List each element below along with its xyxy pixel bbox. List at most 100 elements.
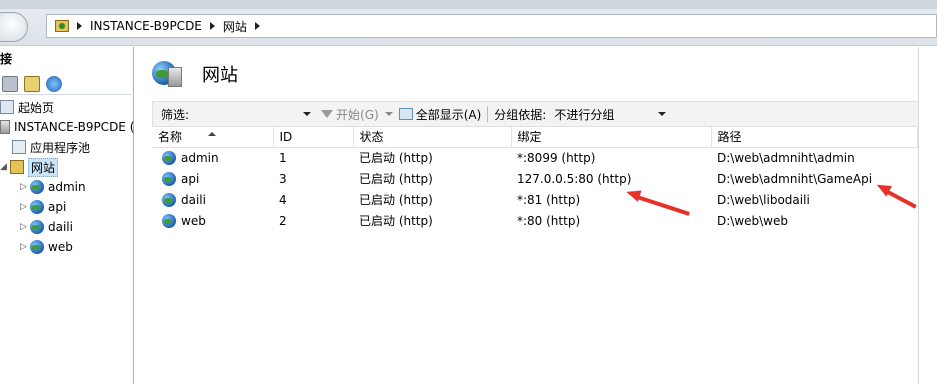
site-status: 已启动 (http) (359, 193, 433, 207)
disconnect-icon[interactable] (46, 75, 62, 92)
show-all-label: 全部显示(A) (415, 107, 482, 122)
globe-icon (30, 180, 44, 194)
column-header-id[interactable]: ID (273, 127, 354, 148)
globe-icon (30, 220, 44, 234)
breadcrumb-arrow-icon[interactable] (77, 22, 82, 30)
show-all-button[interactable]: 全部显示(A) (398, 106, 482, 123)
site-name: api (181, 171, 200, 186)
column-label: 名称 (158, 130, 183, 145)
sort-ascending-icon (208, 132, 216, 136)
globe-icon (162, 171, 176, 186)
site-id: 2 (279, 213, 287, 228)
connections-header: 接 (0, 52, 13, 66)
group-by-label: 分组依据: (494, 107, 547, 122)
tree-site-daili[interactable]: ▷ daili (0, 217, 134, 237)
table-row[interactable]: api 3 已启动 (http) 127.0.0.5:80 (http) D:\… (152, 168, 917, 189)
globe-icon (162, 192, 176, 207)
expand-icon[interactable]: ▷ (20, 222, 28, 232)
connect-icon[interactable] (24, 75, 40, 92)
tree-label: 起始页 (18, 100, 55, 115)
table-row[interactable]: web 2 已启动 (http) *:80 (http) D:\web\web (152, 210, 917, 231)
server-icon (0, 120, 10, 134)
tree-app-pools[interactable]: 应用程序池 (0, 137, 134, 157)
table-row[interactable]: daili 4 已启动 (http) *:81 (http) D:\web\li… (152, 189, 917, 210)
group-by-value: 不进行分组 (554, 107, 615, 122)
address-bar-area: INSTANCE-B9PCDE 网站 (0, 0, 937, 46)
column-label: 绑定 (517, 130, 542, 145)
save-connection-icon[interactable] (2, 75, 18, 92)
tree-site-api[interactable]: ▷ api (0, 197, 134, 217)
connections-pane: 接 起始页 INSTANCE-B9PCDE ( 应用程序池 ◢ 网站 ▷ adm… (0, 47, 134, 384)
site-name: web (181, 213, 206, 228)
breadcrumb-server[interactable]: INSTANCE-B9PCDE (90, 19, 202, 33)
tree-label: 应用程序池 (30, 140, 91, 155)
tree-label: web (48, 240, 73, 254)
table-header: 名称 ID 状态 绑定 路径 (152, 127, 918, 148)
site-status: 已启动 (http) (359, 214, 433, 228)
collapse-icon[interactable]: ◢ (0, 162, 8, 172)
site-binding: *:81 (http) (517, 192, 581, 207)
sites-title-icon (152, 59, 184, 87)
tree-label: daili (48, 220, 73, 234)
app-pool-icon (12, 140, 26, 154)
column-label: ID (279, 129, 293, 144)
group-by-select[interactable]: 不进行分组 (554, 106, 667, 123)
start-page-icon (0, 100, 14, 114)
site-binding: 127.0.0.5:80 (http) (517, 171, 632, 186)
table-row[interactable]: admin 1 已启动 (http) *:8099 (http) D:\web\… (152, 147, 917, 168)
site-path: D:\web\admniht\admin (717, 150, 855, 165)
tree-sites[interactable]: ◢ 网站 (0, 157, 134, 177)
server-icon (168, 67, 182, 87)
sites-table: 名称 ID 状态 绑定 路径 admin 1 已启动 (http) *:8099… (152, 127, 918, 231)
tree-label: 网站 (28, 157, 59, 177)
filter-bar: 筛选: 开始(G) 全部显示(A) 分组依据: 不进行分组 (152, 101, 920, 127)
filter-label: 筛选: (161, 107, 190, 122)
chevron-down-icon[interactable] (303, 112, 312, 116)
funnel-icon (321, 110, 334, 118)
tree-label: admin (48, 180, 86, 194)
expand-icon[interactable]: ▷ (20, 242, 28, 252)
breadcrumb-arrow-icon[interactable] (209, 22, 215, 30)
site-path: D:\web\web (717, 213, 788, 228)
expand-icon[interactable]: ▷ (20, 202, 28, 212)
tree-server[interactable]: INSTANCE-B9PCDE ( (0, 117, 134, 137)
vertical-scrollbar[interactable] (918, 47, 937, 384)
connections-tree: 起始页 INSTANCE-B9PCDE ( 应用程序池 ◢ 网站 ▷ admin… (0, 97, 134, 257)
toolbar-divider (487, 106, 489, 122)
column-label: 状态 (359, 130, 384, 145)
tree-site-web[interactable]: ▷ web (0, 237, 134, 257)
tree-label: INSTANCE-B9PCDE ( (14, 120, 135, 134)
site-name: admin (181, 150, 219, 165)
go-button[interactable]: 开始(G) (321, 106, 379, 123)
globe-icon (30, 240, 44, 254)
column-header-status[interactable]: 状态 (353, 127, 512, 148)
site-folder-icon (55, 20, 69, 32)
site-binding: *:8099 (http) (517, 150, 596, 165)
go-label: 开始(G) (336, 107, 379, 122)
address-bar[interactable]: INSTANCE-B9PCDE 网站 (46, 14, 937, 38)
breadcrumb-arrow-icon[interactable] (254, 22, 260, 30)
tree-start-page[interactable]: 起始页 (0, 97, 134, 117)
site-id: 3 (279, 171, 287, 186)
chevron-down-icon[interactable] (384, 112, 393, 116)
site-id: 1 (279, 150, 287, 165)
breadcrumb-sites[interactable]: 网站 (223, 18, 247, 35)
globe-icon (30, 200, 44, 214)
back-button[interactable] (0, 12, 28, 42)
column-header-name[interactable]: 名称 (152, 127, 274, 148)
show-all-icon (398, 108, 413, 120)
chevron-down-icon[interactable] (658, 112, 667, 116)
expand-icon[interactable]: ▷ (20, 182, 28, 192)
sites-folder-icon (10, 160, 24, 174)
column-header-binding[interactable]: 绑定 (511, 127, 712, 148)
globe-icon (162, 213, 176, 228)
site-status: 已启动 (http) (359, 151, 433, 166)
filter-input[interactable] (193, 105, 313, 123)
site-status: 已启动 (http) (359, 172, 433, 186)
site-name: daili (181, 192, 206, 207)
column-label: 路径 (717, 130, 742, 145)
tree-site-admin[interactable]: ▷ admin (0, 177, 134, 197)
connections-toolbar (0, 73, 134, 95)
column-header-path[interactable]: 路径 (711, 127, 918, 148)
page-title: 网站 (202, 65, 238, 86)
